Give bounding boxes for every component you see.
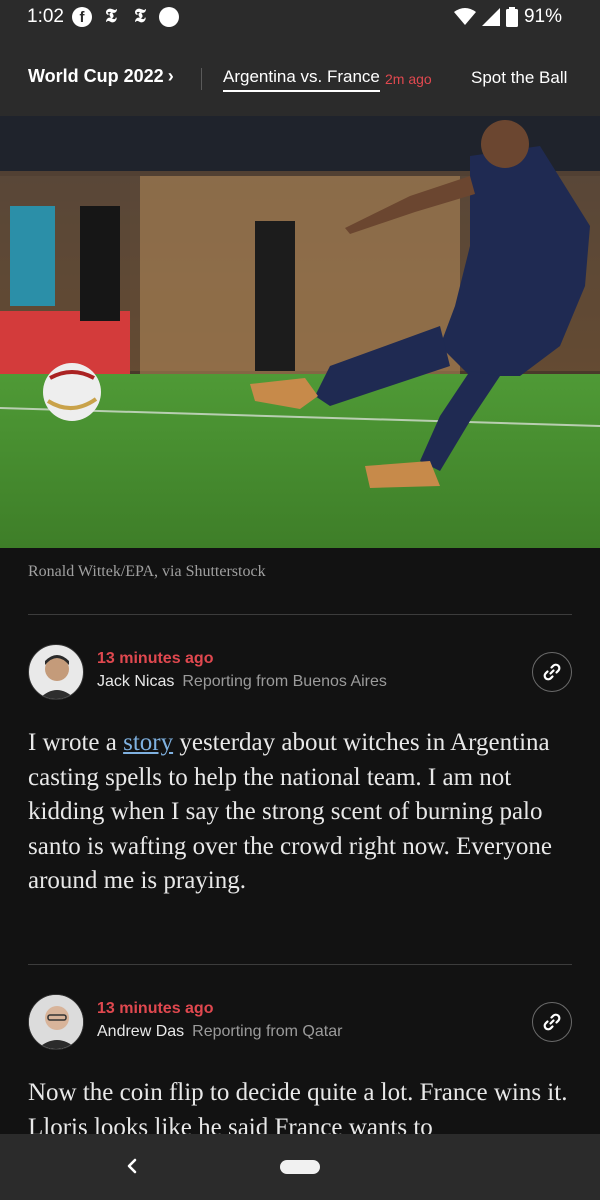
tab-updated-time: 2m ago	[385, 71, 432, 87]
nyt-icon: 𝕿	[105, 6, 117, 27]
author-name[interactable]: Andrew Das	[97, 1023, 184, 1040]
nav-divider	[201, 68, 202, 90]
nyt-icon: 𝕿	[134, 6, 146, 27]
avatar[interactable]	[28, 994, 84, 1050]
story-link[interactable]: story	[123, 729, 173, 756]
divider	[28, 964, 572, 965]
wifi-icon	[453, 8, 476, 25]
battery-icon	[505, 7, 518, 27]
back-icon[interactable]	[120, 1152, 144, 1180]
author-name[interactable]: Jack Nicas	[97, 673, 174, 690]
post-byline: Jack Nicas Reporting from Buenos Aires	[97, 673, 387, 691]
system-nav-bar	[0, 1134, 600, 1200]
section-link[interactable]: World Cup 2022 ›	[28, 66, 174, 87]
tab-argentina-vs-france[interactable]: Argentina vs. France	[223, 67, 380, 92]
status-bar: 1:02 f 𝕿 𝕿 91%	[0, 0, 600, 34]
notification-icons: f 𝕿 𝕿	[72, 6, 179, 27]
system-status: 91%	[453, 6, 562, 28]
post-body: I wrote a story yesterday about witches …	[28, 726, 572, 899]
author-location: Reporting from Buenos Aires	[182, 673, 387, 690]
avatar[interactable]	[28, 644, 84, 700]
author-location: Reporting from Qatar	[192, 1023, 343, 1040]
signal-icon	[481, 8, 500, 26]
photo-caption: Ronald Wittek/EPA, via Shutterstock	[28, 563, 266, 580]
post-byline: Andrew Das Reporting from Qatar	[97, 1023, 342, 1041]
divider	[28, 614, 572, 615]
battery-level: 91%	[523, 6, 562, 27]
post-timestamp: 13 minutes ago	[97, 650, 214, 667]
chevron-right-icon: ›	[167, 66, 174, 86]
copy-link-button[interactable]	[532, 652, 572, 692]
link-icon	[543, 1013, 561, 1031]
section-label: World Cup 2022	[28, 66, 164, 86]
facebook-icon: f	[72, 7, 92, 27]
home-pill[interactable]	[280, 1160, 320, 1174]
top-nav: World Cup 2022 › Argentina vs. France 2m …	[0, 34, 600, 116]
hero-photo	[0, 116, 600, 548]
post-text: I wrote a	[28, 729, 124, 756]
status-time: 1:02	[27, 6, 64, 27]
tab-spot-the-ball[interactable]: Spot the Ball	[471, 68, 567, 88]
copy-link-button[interactable]	[532, 1002, 572, 1042]
link-icon	[543, 663, 561, 681]
post-timestamp: 13 minutes ago	[97, 1000, 214, 1017]
circle-icon	[159, 7, 179, 27]
